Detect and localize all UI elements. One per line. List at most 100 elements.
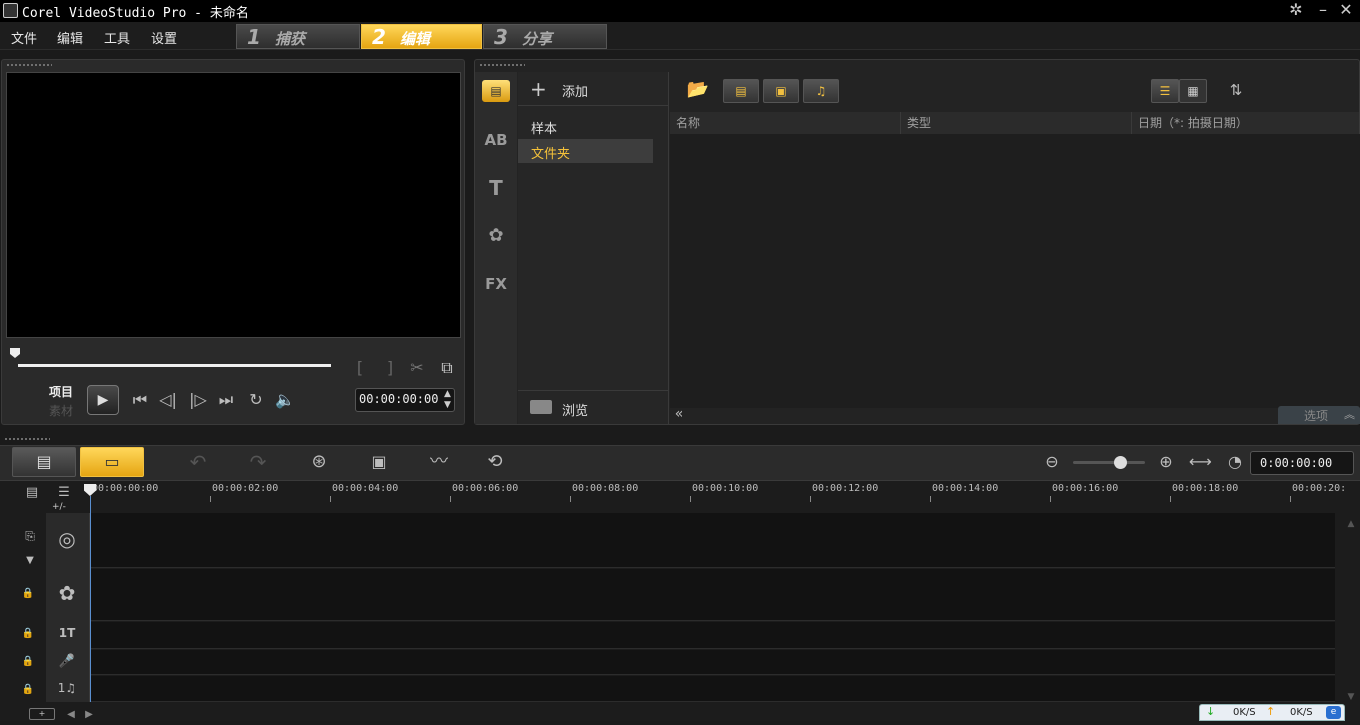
ruler-label: 00:00:08:00 xyxy=(572,483,639,494)
thumbnail-view-button[interactable]: ▦ xyxy=(1179,79,1207,103)
show-all-tracks-icon[interactable]: ▤ xyxy=(20,483,44,503)
menu-tools[interactable]: 工具 xyxy=(104,28,130,47)
media-category-icon[interactable]: ▤ xyxy=(482,80,510,102)
graphic-category-icon[interactable]: ✿ xyxy=(483,226,509,246)
minimize-icon[interactable]: – xyxy=(1313,0,1333,20)
scroll-right-icon[interactable]: ▶ xyxy=(82,705,96,725)
folder-pane: + 添加 样本 文件夹 浏览 xyxy=(518,72,669,424)
folder-item-selected[interactable]: 文件夹 xyxy=(518,139,653,163)
column-type[interactable]: 类型 xyxy=(901,112,1132,134)
preview-timecode: 00:00:00:00 xyxy=(359,392,439,406)
lock-icon[interactable]: 🔒 xyxy=(20,652,36,672)
storyboard-view-button[interactable]: ▤ xyxy=(12,447,76,477)
record-capture-icon[interactable]: ⊛ xyxy=(306,452,332,472)
show-audio-toggle[interactable]: ♫ xyxy=(803,79,839,103)
storyboard-icon: ▤ xyxy=(36,452,52,471)
title-track[interactable] xyxy=(91,622,1335,649)
lock-icon[interactable]: 🔒 xyxy=(20,624,36,644)
movie-wizard-icon[interactable]: ▣ xyxy=(366,452,392,472)
play-button[interactable]: ▶ xyxy=(87,385,119,415)
enlarge-preview-icon[interactable]: ⧉ xyxy=(437,358,457,378)
chevron-down-icon[interactable]: ▼ xyxy=(18,551,42,571)
auto-music-icon[interactable]: ⟲ xyxy=(482,452,508,472)
overlay-track-icon[interactable]: ✿ xyxy=(54,583,80,603)
column-name[interactable]: 名称 xyxy=(670,112,901,134)
add-track-button[interactable]: + xyxy=(29,708,55,720)
scrubber-handle[interactable] xyxy=(10,348,20,358)
video-track[interactable] xyxy=(91,513,1335,568)
zoom-in-icon[interactable]: ⊕ xyxy=(1155,452,1177,472)
column-date[interactable]: 日期（*: 拍摄日期） xyxy=(1132,112,1360,134)
options-button[interactable]: 选项 ︽ xyxy=(1278,406,1360,424)
previous-frame-icon[interactable]: ◁| xyxy=(157,390,179,410)
close-icon[interactable]: ✕ xyxy=(1336,0,1356,20)
film-icon: ▤ xyxy=(735,84,747,98)
folder-item-samples[interactable]: 样本 xyxy=(531,118,557,137)
fit-project-icon[interactable]: ⟷ xyxy=(1189,452,1212,472)
tab-edit[interactable]: 2 编辑 xyxy=(361,24,482,49)
go-end-icon[interactable]: ⏭ xyxy=(215,390,237,410)
tab-capture[interactable]: 1 捕获 xyxy=(236,24,360,49)
window-title: Corel VideoStudio Pro - 未命名 xyxy=(22,6,249,21)
video-track-icon[interactable]: ◎ xyxy=(54,529,80,549)
filter-fx-category-icon[interactable]: FX xyxy=(483,274,509,294)
title-track-icon[interactable]: 1T xyxy=(54,623,80,643)
overlay-track[interactable] xyxy=(91,569,1335,621)
next-frame-icon[interactable]: |▷ xyxy=(187,390,209,410)
menu-edit[interactable]: 编辑 xyxy=(57,28,83,47)
voice-track-icon[interactable]: 🎤 xyxy=(54,652,80,672)
scroll-left-icon[interactable]: ◀ xyxy=(64,705,78,725)
timecode-spin-icon[interactable]: ▲ ▼ xyxy=(444,389,451,411)
lock-icon[interactable]: 🔒 xyxy=(20,584,36,604)
redo-icon[interactable]: ↷ xyxy=(246,452,270,472)
tab-share[interactable]: 3 分享 xyxy=(483,24,607,49)
split-clip-icon[interactable]: ✂ xyxy=(407,358,427,378)
zoom-out-icon[interactable]: ⊖ xyxy=(1041,452,1063,472)
scroll-up-icon[interactable]: ▲ xyxy=(1344,514,1358,534)
browse-button[interactable]: 浏览 xyxy=(518,390,669,424)
menu-file[interactable]: 文件 xyxy=(11,28,37,47)
show-video-toggle[interactable]: ▤ xyxy=(723,79,759,103)
go-start-icon[interactable]: ⏮ xyxy=(129,390,151,410)
add-folder-button[interactable]: + 添加 xyxy=(518,72,669,106)
music-track-icon[interactable]: 1♫ xyxy=(54,678,80,698)
zoom-slider-thumb[interactable] xyxy=(1113,456,1127,469)
transition-category-icon[interactable]: AB xyxy=(483,130,509,150)
music-track[interactable] xyxy=(91,676,1335,702)
title-category-icon[interactable]: T xyxy=(483,178,509,198)
network-speed-widget: ↓ 0K/S ↑ 0K/S e xyxy=(1199,704,1345,721)
volume-icon[interactable]: 🔈 xyxy=(274,390,296,410)
settings-gear-icon[interactable]: ✲ xyxy=(1286,0,1306,20)
audio-mixer-icon[interactable]: 〰 xyxy=(426,452,452,472)
mode-clip[interactable]: 素材 xyxy=(49,402,73,419)
panel-grip[interactable] xyxy=(479,63,525,67)
mode-project[interactable]: 项目 xyxy=(49,383,73,400)
timeline-view-button[interactable]: ▭ xyxy=(80,447,144,477)
mark-out-icon[interactable]: ] xyxy=(382,358,398,378)
list-view-button[interactable]: ☰ xyxy=(1151,79,1179,103)
timeline-timecode-field[interactable]: 0:00:00:00 xyxy=(1250,451,1354,475)
sort-icon[interactable]: ⇅ xyxy=(1224,80,1248,100)
lock-icon[interactable]: 🔒 xyxy=(20,680,36,700)
show-photo-toggle[interactable]: ▣ xyxy=(763,79,799,103)
folder-open-icon[interactable]: 📂 xyxy=(685,80,711,100)
menu-settings[interactable]: 设置 xyxy=(151,28,177,47)
repeat-icon[interactable]: ↻ xyxy=(245,390,267,410)
panel-grip[interactable] xyxy=(6,63,52,67)
scrubber-bar[interactable] xyxy=(18,364,331,367)
zoom-slider[interactable] xyxy=(1073,456,1145,469)
voice-track[interactable] xyxy=(91,650,1335,675)
music-note-icon: ♫ xyxy=(815,84,827,98)
collapse-pane-icon[interactable]: « xyxy=(671,404,687,424)
ruler-label: 00:00:00:00 xyxy=(92,483,159,494)
scroll-down-icon[interactable]: ▼ xyxy=(1344,687,1358,707)
ripple-edit-icon[interactable]: ⎘ xyxy=(17,526,43,546)
preview-timecode-field[interactable]: 00:00:00:00 ▲ ▼ xyxy=(355,388,455,412)
menu-bar: 文件 编辑 工具 设置 xyxy=(0,22,1360,50)
track-manager-icon[interactable]: ☰ xyxy=(52,483,76,503)
undo-icon[interactable]: ↶ xyxy=(186,452,210,472)
add-remove-chapter-button[interactable]: +/- xyxy=(52,502,66,512)
panel-grip[interactable] xyxy=(4,437,50,441)
browser-e-icon[interactable]: e xyxy=(1326,706,1341,719)
mark-in-icon[interactable]: [ xyxy=(352,358,368,378)
